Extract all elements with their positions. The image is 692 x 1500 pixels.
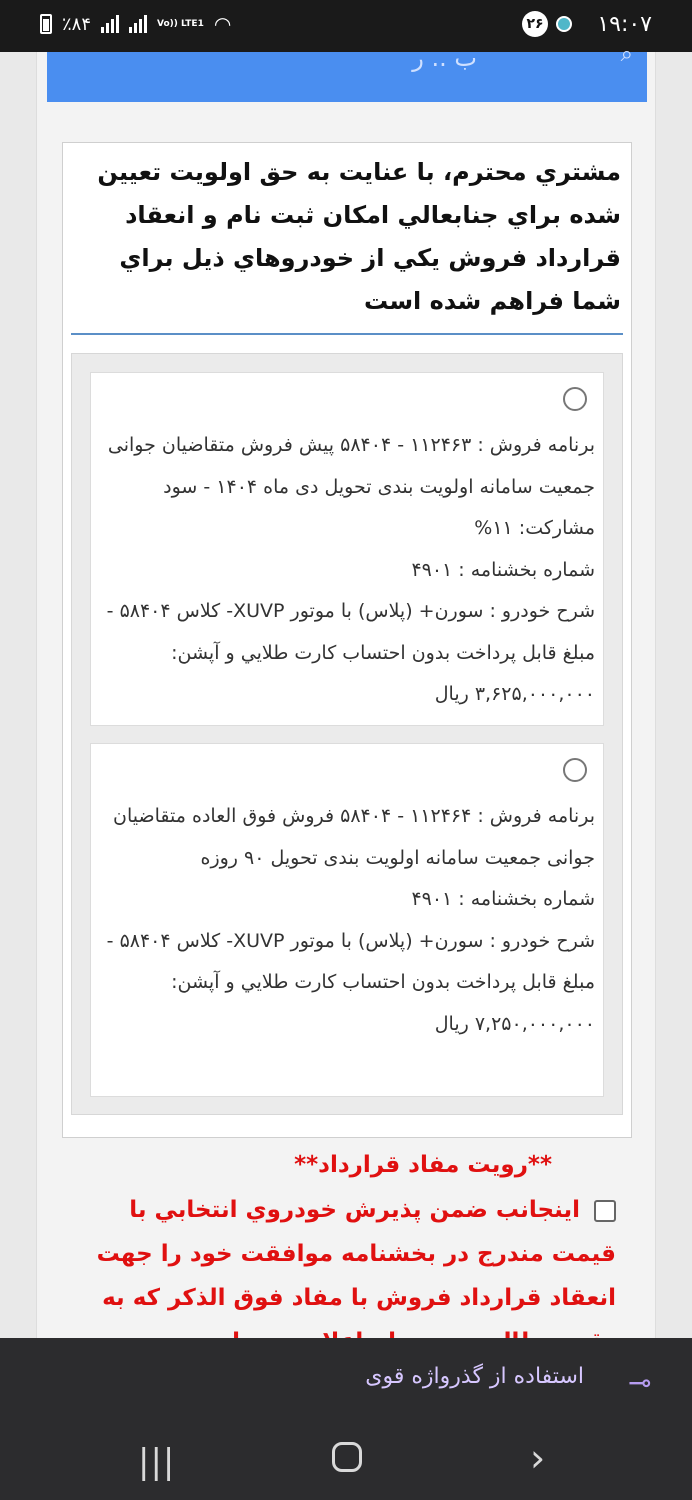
signal-icon <box>101 15 120 33</box>
battery-percent: ٪۸۴ <box>62 13 92 35</box>
signal-icon-2 <box>129 15 148 33</box>
keyboard-suggestion-and-nav-bar: ⊸ استفاده از گذرواژه قوی ||| › <box>0 1338 692 1500</box>
agreement-checkbox[interactable] <box>594 1199 616 1222</box>
vehicle-description-text: شرح خودرو : سورن+ (پلاس) با موتور XUVP- … <box>106 929 595 1035</box>
divider <box>71 333 623 335</box>
wifi-icon: ◠ <box>213 12 232 36</box>
contract-terms-title: **رويت مفاد قرارداد** <box>294 1152 552 1178</box>
vehicle-options-list: برنامه فروش : ۱۱۲۴۶۳ - ۵۸۴۰۴ پیش فروش مت… <box>71 353 623 1115</box>
app-notification-icon <box>556 16 572 32</box>
page-header-title: ب .. ر <box>412 44 477 72</box>
vehicle-option-1[interactable]: برنامه فروش : ۱۱۲۴۶۳ - ۵۸۴۰۴ پیش فروش مت… <box>90 372 604 726</box>
recent-apps-icon[interactable]: ||| <box>138 1442 175 1482</box>
battery-icon <box>40 14 52 34</box>
back-icon[interactable]: › <box>530 1436 545 1480</box>
selection-panel: مشتري محترم، با عنايت به حق اولويت تعيين… <box>62 142 632 1138</box>
search-icon[interactable]: ⌕ <box>621 42 633 67</box>
home-icon[interactable] <box>332 1442 362 1472</box>
lte-indicator: Vo)) LTE1 <box>157 18 204 29</box>
notification-count-badge: ۲۶ <box>522 11 548 37</box>
status-right-icons: ۲۶ <box>522 11 572 37</box>
page-content: ب .. ر ⌕ مشتري محترم، با عنايت به حق اول… <box>36 42 656 1355</box>
vehicle-option-1-details: برنامه فروش : ۱۱۲۴۶۳ - ۵۸۴۰۴ پیش فروش مت… <box>101 425 595 716</box>
status-time: ۱۹:۰۷ <box>597 12 652 37</box>
strong-password-suggestion[interactable]: ⊸ استفاده از گذرواژه قوی <box>0 1338 692 1420</box>
vehicle-option-2[interactable]: برنامه فروش : ۱۱۲۴۶۴ - ۵۸۴۰۴ فروش فوق ال… <box>90 743 604 1097</box>
agreement-text: اينجانب ضمن پذيرش خودروي انتخابي با قيمت… <box>96 1197 616 1355</box>
circular-number-text: شماره بخشنامه : ۴۹۰۱ <box>411 888 595 910</box>
sale-program-text: برنامه فروش : ۱۱۲۴۶۴ - ۵۸۴۰۴ فروش فوق ال… <box>113 805 595 869</box>
circular-number-text: شماره بخشنامه : ۴۹۰۱ <box>411 558 595 581</box>
key-icon: ⊸ <box>628 1366 652 1399</box>
intro-message: مشتري محترم، با عنايت به حق اولويت تعيين… <box>97 158 621 315</box>
sale-program-text: برنامه فروش : ۱۱۲۴۶۳ - ۵۸۴۰۴ پیش فروش مت… <box>107 434 595 539</box>
vehicle-option-2-radio[interactable] <box>563 758 587 782</box>
system-navigation-bar: ||| › <box>0 1434 692 1484</box>
status-bar: ٪۸۴ Vo)) LTE1 ◠ ۲۶ ۱۹:۰۷ <box>0 0 692 52</box>
strong-password-suggestion-label: استفاده از گذرواژه قوی <box>365 1364 584 1389</box>
vehicle-option-2-details: برنامه فروش : ۱۱۲۴۶۴ - ۵۸۴۰۴ فروش فوق ال… <box>101 796 595 1045</box>
contract-terms-section: **رويت مفاد قرارداد** اينجانب ضمن پذيرش … <box>62 1152 632 1355</box>
status-left-icons: ٪۸۴ Vo)) LTE1 ◠ <box>40 12 231 36</box>
vehicle-option-1-radio[interactable] <box>563 387 587 411</box>
vehicle-description-text: شرح خودرو : سورن+ (پلاس) با موتور XUVP- … <box>106 600 595 705</box>
page-header-banner: ب .. ر ⌕ <box>47 42 647 102</box>
